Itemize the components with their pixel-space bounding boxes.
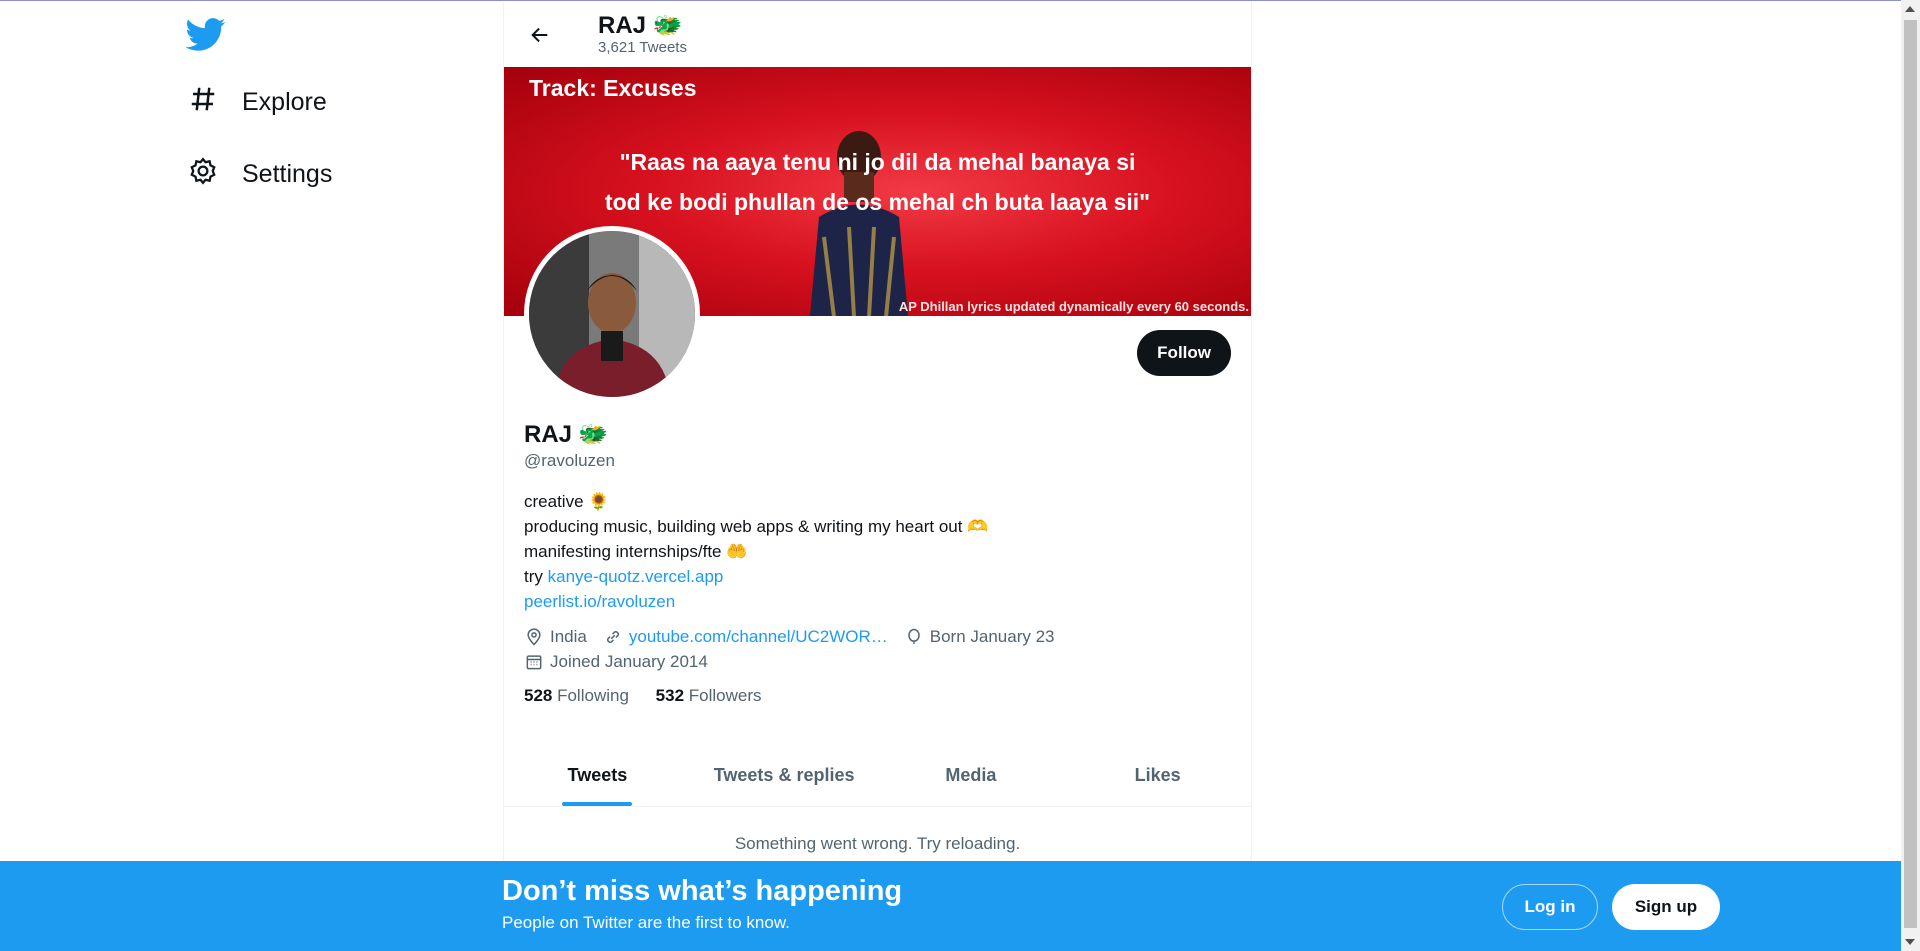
scroll-thumb[interactable] xyxy=(1904,20,1917,928)
profile-header-bar: RAJ 🐲 3,621 Tweets xyxy=(504,2,1251,67)
birthday-text: Born January 23 xyxy=(929,627,1055,646)
page-scrollbar[interactable] xyxy=(1901,0,1920,951)
nav-item-settings[interactable]: Settings xyxy=(186,146,486,202)
bio-line: try kanye-quotz.vercel.app xyxy=(524,564,1234,589)
profile-meta: India youtube.com/channel/UC2WOR… Born J… xyxy=(524,624,1234,674)
follow-stats: 528 Following 532 Followers xyxy=(524,686,1234,706)
hashtag-icon xyxy=(186,84,242,121)
followers-link[interactable]: 532 Followers xyxy=(656,686,762,705)
profile-name-emoji: 🐲 xyxy=(578,421,608,448)
nav-item-explore[interactable]: Explore xyxy=(186,74,486,130)
profile-bio: creative 🌻 producing music, building web… xyxy=(524,489,1234,614)
location-pin-icon xyxy=(527,627,541,646)
nav-item-label: Explore xyxy=(242,87,327,116)
profile-name-text: RAJ xyxy=(524,420,573,448)
following-label: Following xyxy=(552,686,629,705)
profile-info: RAJ 🐲 @ravoluzen creative 🌻 producing mu… xyxy=(524,420,1234,706)
login-button[interactable]: Log in xyxy=(1502,884,1598,930)
birthday: Born January 23 xyxy=(904,624,1055,649)
error-message: Something went wrong. Try reloading. xyxy=(734,834,1021,853)
bio-line: peerlist.io/ravoluzen xyxy=(524,589,1234,614)
link-icon xyxy=(606,630,619,643)
bio-line: producing music, building web apps & wri… xyxy=(524,517,989,536)
left-nav: Explore Settings xyxy=(186,14,486,202)
profile-tabs: Tweets Tweets & replies Media Likes xyxy=(504,745,1251,807)
following-count: 528 xyxy=(524,686,553,705)
followers-count: 532 xyxy=(655,686,685,705)
scroll-up-arrow-icon[interactable] xyxy=(1905,6,1915,12)
bio-line: creative 🌻 xyxy=(524,492,610,511)
gear-icon xyxy=(186,156,242,193)
back-button[interactable] xyxy=(522,17,558,53)
website-link[interactable]: youtube.com/channel/UC2WOR… xyxy=(629,624,888,649)
following-link[interactable]: 528 Following xyxy=(524,686,629,705)
location-text: India xyxy=(550,627,587,646)
profile-name: RAJ 🐲 xyxy=(524,420,1234,449)
website: youtube.com/channel/UC2WOR… xyxy=(603,624,888,649)
tab-media[interactable]: Media xyxy=(878,745,1065,806)
signup-button[interactable]: Sign up xyxy=(1612,884,1720,930)
tweet-count: 3,621 Tweets xyxy=(598,39,687,56)
signup-banner-title: Don’t miss what’s happening xyxy=(502,875,903,907)
signup-banner-subtitle: People on Twitter are the first to know. xyxy=(502,913,790,932)
tab-likes[interactable]: Likes xyxy=(1064,745,1251,806)
banner-footer: AP Dhillan lyrics updated dynamically ev… xyxy=(898,299,1249,314)
balloon-icon xyxy=(908,628,920,644)
profile-handle: @ravoluzen xyxy=(524,451,615,470)
location: India xyxy=(524,624,587,649)
joined-text: Joined January 2014 xyxy=(550,652,708,671)
header-title: RAJ 🐲 xyxy=(598,12,683,39)
signup-banner: Don’t miss what’s happening People on Tw… xyxy=(0,861,1901,951)
avatar[interactable] xyxy=(524,226,700,402)
bio-link-peerlist[interactable]: peerlist.io/ravoluzen xyxy=(524,592,675,611)
twitter-logo-icon[interactable] xyxy=(186,14,486,54)
follow-button[interactable]: Follow xyxy=(1137,330,1231,376)
banner-person-image xyxy=(810,131,908,316)
nav-item-label: Settings xyxy=(242,159,333,188)
bio-try-text: try xyxy=(524,567,548,586)
banner-lyric-line: "Raas na aaya tenu ni jo dil da mehal ba… xyxy=(619,149,1136,175)
profile-column: RAJ 🐲 3,621 Tweets Track: Excuses "Raas … xyxy=(503,2,1252,951)
calendar-icon xyxy=(526,654,542,669)
joined: Joined January 2014 xyxy=(524,649,708,674)
followers-label: Followers xyxy=(684,686,762,705)
tab-tweets[interactable]: Tweets xyxy=(504,745,691,806)
scroll-down-arrow-icon[interactable] xyxy=(1905,939,1915,945)
back-arrow-icon xyxy=(531,27,548,42)
tab-tweets-replies[interactable]: Tweets & replies xyxy=(691,745,878,806)
bio-line: manifesting internships/fte 🤲 xyxy=(524,542,748,561)
banner-track: Track: Excuses xyxy=(529,75,697,101)
window-top-border xyxy=(0,0,1920,1)
banner-lyric-line: tod ke bodi phullan de os mehal ch buta … xyxy=(604,189,1151,215)
bio-link-kanye[interactable]: kanye-quotz.vercel.app xyxy=(548,567,724,586)
